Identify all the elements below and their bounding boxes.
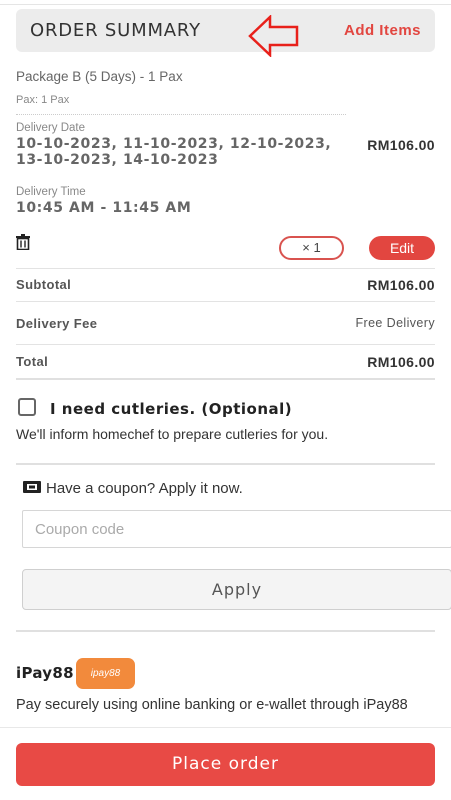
payment-method-name[interactable]: iPay88 <box>16 664 74 682</box>
ticket-icon <box>23 481 41 493</box>
item-price: RM106.00 <box>367 137 435 153</box>
apply-coupon-button[interactable]: Apply <box>22 569 451 610</box>
subtotal-label: Subtotal <box>16 277 72 292</box>
total-row: Total RM106.00 <box>16 354 435 374</box>
delivery-fee-row: Delivery Fee Free Delivery <box>16 316 435 336</box>
ipay88-logo: ipay88 <box>76 658 135 689</box>
add-items-link[interactable]: Add Items <box>344 22 421 39</box>
subtotal-row: Subtotal RM106.00 <box>16 277 435 297</box>
trash-icon[interactable] <box>16 234 30 250</box>
delivery-fee-label: Delivery Fee <box>16 316 98 331</box>
total-label: Total <box>16 354 49 369</box>
delivery-date-label: Delivery Date <box>16 122 86 134</box>
cutlery-note: We'll inform homechef to prepare cutleri… <box>16 426 329 442</box>
cutlery-checkbox[interactable] <box>18 398 36 416</box>
top-divider <box>0 4 451 5</box>
cutlery-label[interactable]: I need cutleries. (Optional) <box>50 400 292 418</box>
quantity-button[interactable]: × 1 <box>279 236 344 260</box>
delivery-dates: 10-10-2023, 11-10-2023, 12-10-2023, 13-1… <box>16 136 332 168</box>
coupon-title: Have a coupon? Apply it now. <box>46 480 243 497</box>
divider <box>16 344 435 345</box>
delivery-time: 10:45 AM - 11:45 AM <box>16 200 192 216</box>
delivery-fee-value: Free Delivery <box>355 316 435 330</box>
item-pax: Pax: 1 Pax <box>16 94 70 106</box>
item-divider <box>16 114 346 115</box>
page-title: ORDER SUMMARY <box>30 20 201 41</box>
subtotal-value: RM106.00 <box>367 277 435 293</box>
section-divider <box>16 378 435 380</box>
section-divider <box>16 463 435 465</box>
total-value: RM106.00 <box>367 354 435 370</box>
left-arrow-icon <box>248 15 299 57</box>
divider <box>16 268 435 269</box>
item-name: Package B (5 Days) - 1 Pax <box>16 69 183 84</box>
place-order-button[interactable]: Place order <box>16 743 435 786</box>
divider <box>16 301 435 302</box>
checkout-footer: Place order <box>0 727 451 800</box>
delivery-time-label: Delivery Time <box>16 186 86 198</box>
payment-description: Pay securely using online banking or e-w… <box>16 697 408 713</box>
section-divider <box>16 630 435 632</box>
order-summary-header: ORDER SUMMARY Add Items <box>16 9 435 57</box>
coupon-code-input[interactable] <box>22 510 451 548</box>
edit-button[interactable]: Edit <box>369 236 435 260</box>
